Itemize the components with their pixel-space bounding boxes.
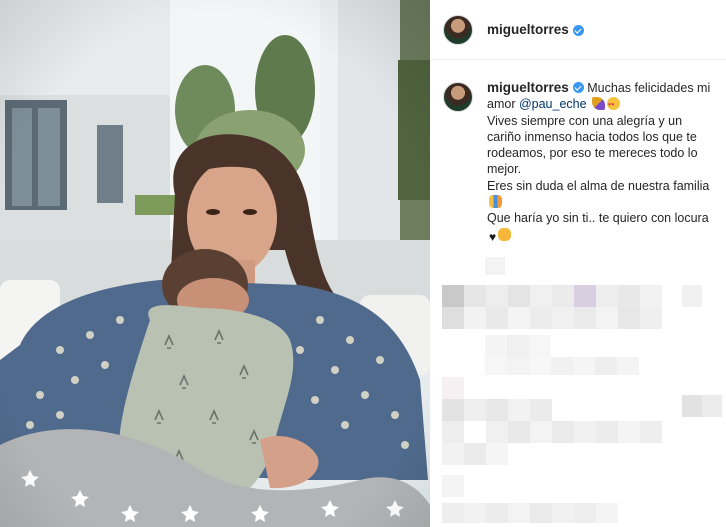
post-header: migueltorres bbox=[430, 0, 726, 60]
author-avatar[interactable] bbox=[443, 14, 473, 45]
caption-line-4: Que haría yo sin ti.. te quiero con locu… bbox=[487, 211, 709, 226]
post-photo[interactable] bbox=[0, 0, 430, 527]
family-icon bbox=[489, 195, 502, 209]
verified-badge-icon bbox=[572, 82, 584, 93]
heart-eyes-icon bbox=[607, 97, 621, 114]
verified-badge-icon bbox=[572, 25, 584, 36]
caption-line-3: Eres sin duda el alma de nuestra familia bbox=[487, 178, 710, 193]
author-username[interactable]: migueltorres bbox=[487, 22, 569, 37]
photo-illustration bbox=[0, 0, 430, 527]
caption-text: migueltorres Muchas felicidades mi amor … bbox=[487, 80, 717, 244]
caption-username[interactable]: migueltorres bbox=[487, 80, 569, 95]
post-side-panel: migueltorres migueltorres Muchas felicid… bbox=[430, 0, 726, 527]
obscured-comments bbox=[430, 245, 726, 527]
hug-icon bbox=[498, 227, 512, 241]
caption-line-2: Vives siempre con una alegría y un cariñ… bbox=[487, 113, 698, 177]
black-heart-icon: ♥ bbox=[489, 229, 497, 244]
post-caption: migueltorres Muchas felicidades mi amor … bbox=[443, 80, 718, 244]
caption-avatar[interactable] bbox=[443, 82, 473, 112]
mention-link[interactable]: @pau_eche bbox=[519, 97, 587, 111]
party-popper-icon bbox=[592, 97, 606, 111]
